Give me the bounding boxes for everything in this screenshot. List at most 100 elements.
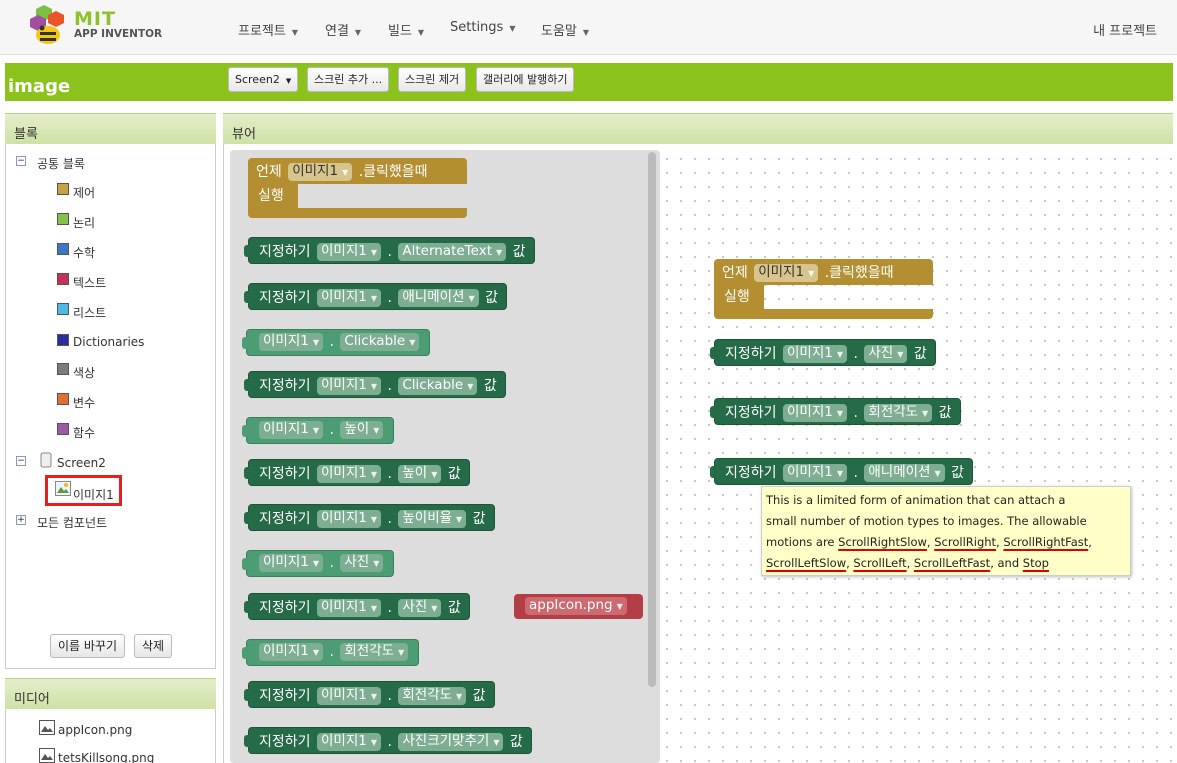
- clicked-label: .클릭했을때: [824, 265, 894, 281]
- picture-value-field[interactable]: appIcon.png ▼: [525, 597, 627, 615]
- set-animation-block-workspace[interactable]: 지정하기 이미지1 ▼ . 애니메이션 ▼ 값: [710, 458, 973, 485]
- when-label: 언제: [722, 265, 748, 281]
- property-field[interactable]: 애니메이션 ▼: [864, 464, 945, 482]
- menu-project[interactable]: 프로젝트 ▼: [238, 20, 298, 39]
- get-height-block[interactable]: 이미지1 ▼ . 높이 ▼: [242, 417, 395, 444]
- set-picture-block[interactable]: 지정하기 이미지1 ▼ . 사진 ▼ 값: [244, 593, 470, 620]
- component-field[interactable]: 이미지1 ▼: [259, 554, 324, 572]
- dropdown-icon: ▼: [409, 338, 416, 347]
- property-field[interactable]: 애니메이션 ▼: [398, 289, 479, 307]
- dropdown-icon: ▼: [493, 738, 500, 747]
- component-field[interactable]: 이미지1 ▼: [316, 377, 381, 395]
- screen-select-label: Screen2: [235, 73, 280, 86]
- tree-item-logic[interactable]: 논리: [73, 214, 95, 231]
- tree-item-dictionaries[interactable]: Dictionaries: [73, 335, 144, 349]
- when-image-click-block-flyout[interactable]: 언제 이미지1 ▼ .클릭했을때 실행: [248, 158, 467, 218]
- property-field[interactable]: AlternateText ▼: [398, 243, 507, 261]
- component-field[interactable]: 이미지1 ▼: [259, 421, 324, 439]
- property-field[interactable]: 사진 ▼: [398, 599, 442, 617]
- property-field[interactable]: 높이 ▼: [398, 465, 442, 483]
- menu-build-label: 빌드: [388, 24, 412, 39]
- component-field[interactable]: 이미지1 ▼: [316, 243, 381, 261]
- set-picture-block-workspace[interactable]: 지정하기 이미지1 ▼ . 사진 ▼ 값: [710, 339, 936, 366]
- set-alternatetext-block[interactable]: 지정하기 이미지1 ▼ . AlternateText ▼ 값: [244, 237, 535, 264]
- remove-screen-button[interactable]: 스크린 제거: [398, 67, 467, 92]
- tooltip-line-4: ScrollLeftSlow, ScrollLeft, ScrollLeftFa…: [766, 556, 1049, 570]
- collapse-icon[interactable]: −: [16, 456, 26, 466]
- picture-value-block[interactable]: appIcon.png ▼: [514, 594, 643, 619]
- event-block-header: 언제 이미지1 ▼ .클릭했을때: [714, 259, 933, 285]
- set-clickable-block[interactable]: 지정하기 이미지1 ▼ . Clickable ▼ 값: [244, 371, 506, 398]
- add-screen-button[interactable]: 스크린 추가 ...: [307, 67, 390, 92]
- menu-connect[interactable]: 연결 ▼: [325, 20, 361, 39]
- when-image-click-block-workspace[interactable]: 언제 이미지1 ▼ .클릭했을때 실행: [714, 259, 933, 319]
- media-item-second[interactable]: tetsKillsong.png: [58, 751, 154, 763]
- menu-help[interactable]: 도움말 ▼: [541, 20, 589, 39]
- value-label: 값: [447, 466, 461, 482]
- set-rotation-block[interactable]: 지정하기 이미지1 ▼ . 회전각도 ▼ 값: [244, 681, 495, 708]
- component-field[interactable]: 이미지1 ▼: [754, 264, 819, 282]
- component-field[interactable]: 이미지1 ▼: [316, 599, 381, 617]
- component-field[interactable]: 이미지1 ▼: [782, 345, 847, 363]
- component-field[interactable]: 이미지1 ▼: [316, 733, 381, 751]
- rename-button[interactable]: 이름 바꾸기: [50, 634, 126, 658]
- screen-select-dropdown[interactable]: Screen2 ▼: [228, 67, 299, 92]
- tree-item-text[interactable]: 텍스트: [73, 274, 106, 291]
- app-inventor-logo[interactable]: MIT APP INVENTOR: [28, 5, 168, 49]
- value-label: 값: [472, 688, 486, 704]
- publish-gallery-button[interactable]: 갤러리에 발행하기: [476, 67, 575, 92]
- delete-button[interactable]: 삭제: [134, 634, 173, 658]
- component-field[interactable]: 이미지1 ▼: [782, 404, 847, 422]
- property-field[interactable]: 사진크기맞추기 ▼: [398, 733, 504, 751]
- get-picture-block[interactable]: 이미지1 ▼ . 사진 ▼: [242, 550, 395, 577]
- component-field[interactable]: 이미지1 ▼: [316, 289, 381, 307]
- menu-build[interactable]: 빌드 ▼: [388, 20, 424, 39]
- get-clickable-block[interactable]: 이미지1 ▼ . Clickable ▼: [242, 329, 431, 356]
- component-field[interactable]: 이미지1 ▼: [288, 163, 353, 181]
- set-scale-picture-block[interactable]: 지정하기 이미지1 ▼ . 사진크기맞추기 ▼ 값: [244, 727, 532, 754]
- component-field[interactable]: 이미지1 ▼: [316, 687, 381, 705]
- value-label: 값: [512, 244, 526, 260]
- menu-settings[interactable]: Settings ▼: [450, 20, 515, 35]
- set-animation-block[interactable]: 지정하기 이미지1 ▼ . 애니메이션 ▼ 값: [244, 283, 507, 310]
- component-field[interactable]: 이미지1 ▼: [259, 333, 324, 351]
- tree-item-any-component[interactable]: 모든 컴포넌트: [37, 514, 107, 531]
- property-field[interactable]: 회전각도 ▼: [340, 643, 409, 661]
- text-swatch-icon: [57, 273, 69, 285]
- menu-help-label: 도움말: [541, 24, 577, 39]
- set-height-percent-block[interactable]: 지정하기 이미지1 ▼ . 높이비율 ▼ 값: [244, 504, 495, 531]
- expand-icon[interactable]: +: [16, 515, 26, 525]
- dropdown-icon: ▼: [808, 269, 815, 278]
- media-item-appicon[interactable]: appIcon.png: [58, 723, 132, 737]
- tree-item-procedures[interactable]: 함수: [73, 424, 95, 441]
- animation-tooltip: This is a limited form of animation that…: [761, 486, 1131, 576]
- get-rotation-block[interactable]: 이미지1 ▼ . 회전각도 ▼: [242, 639, 420, 666]
- tree-item-lists[interactable]: 리스트: [73, 304, 106, 321]
- property-field[interactable]: 높이비율 ▼: [398, 510, 467, 528]
- property-field[interactable]: 회전각도 ▼: [398, 687, 467, 705]
- dropdown-icon: ▼: [370, 248, 377, 257]
- property-field[interactable]: 높이 ▼: [340, 421, 384, 439]
- tree-item-colors[interactable]: 색상: [73, 364, 95, 381]
- menu-connect-label: 연결: [325, 24, 349, 39]
- tree-item-screen2[interactable]: Screen2: [57, 456, 106, 470]
- component-field[interactable]: 이미지1 ▼: [316, 510, 381, 528]
- tree-item-variables[interactable]: 변수: [73, 394, 95, 411]
- property-field[interactable]: 사진 ▼: [864, 345, 908, 363]
- flyout-scrollbar[interactable]: [648, 152, 656, 687]
- property-field[interactable]: Clickable ▼: [340, 333, 420, 351]
- collapse-icon[interactable]: −: [16, 156, 26, 166]
- set-rotation-block-workspace[interactable]: 지정하기 이미지1 ▼ . 회전각도 ▼ 값: [710, 398, 961, 425]
- tree-item-math[interactable]: 수학: [73, 244, 95, 261]
- property-field[interactable]: 회전각도 ▼: [864, 404, 933, 422]
- component-field[interactable]: 이미지1 ▼: [259, 643, 324, 661]
- property-field[interactable]: 사진 ▼: [340, 554, 384, 572]
- my-projects-link[interactable]: 내 프로젝트: [1093, 20, 1157, 39]
- tree-item-control[interactable]: 제어: [73, 184, 95, 201]
- property-field[interactable]: Clickable ▼: [398, 377, 478, 395]
- component-field[interactable]: 이미지1 ▼: [316, 465, 381, 483]
- set-label: 지정하기: [259, 511, 311, 527]
- component-field[interactable]: 이미지1 ▼: [782, 464, 847, 482]
- set-height-block[interactable]: 지정하기 이미지1 ▼ . 높이 ▼ 값: [244, 459, 470, 486]
- dropdown-icon: ▼: [370, 470, 377, 479]
